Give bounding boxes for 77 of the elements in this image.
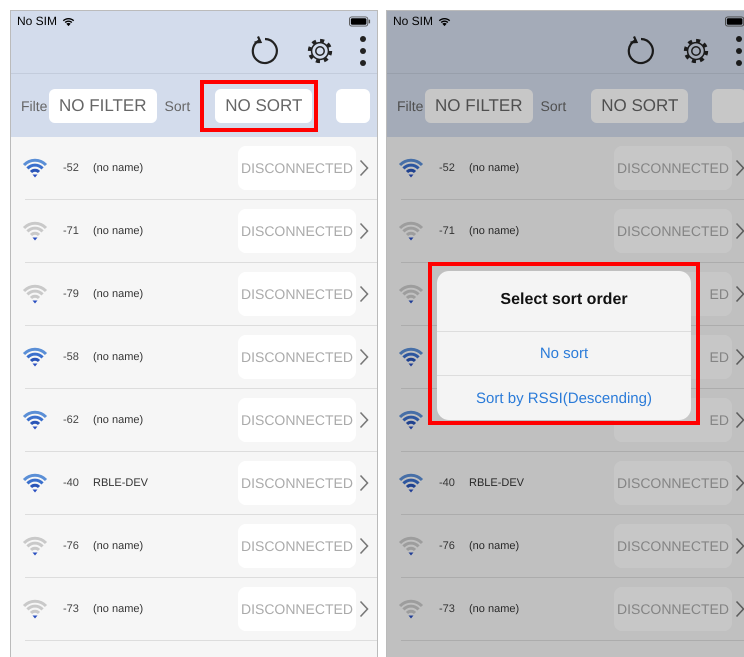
wifi-icon [61,16,76,26]
status-button[interactable]: DISCONNECTED [238,461,356,505]
status-button[interactable]: DISCONNECTED [238,398,356,442]
battery-icon [349,16,371,26]
chevron-icon[interactable] [735,474,744,492]
rssi-value: -52 [439,162,456,174]
dialog-option[interactable]: No sort [437,332,691,376]
dialog-title: Select sort order [437,271,691,332]
device-name: RBLE-DEV [469,477,524,489]
refresh-icon[interactable] [249,35,281,67]
chevron-icon[interactable] [735,285,744,303]
device-name: (no name) [469,225,520,237]
rssi-value: -71 [439,225,456,237]
refresh-icon[interactable] [625,35,657,67]
filter-button[interactable]: NO FILTER [49,88,157,122]
sort-button[interactable]: NO SORT [591,88,688,122]
chevron-icon[interactable] [735,348,744,366]
status-button[interactable]: DISCONNECTED [238,146,356,190]
battery-icon [725,16,744,26]
chevron-icon[interactable] [735,600,744,618]
device-name: (no name) [93,603,144,615]
status-button[interactable]: DISCONNECTED [614,209,732,253]
rssi-value: -40 [439,477,456,489]
rssi-value: -71 [63,225,80,237]
rssi-value: -73 [439,603,456,615]
status-button[interactable]: DISCONNECTED [238,209,356,253]
device-name: (no name) [469,540,520,552]
sort-label: Sort [164,98,190,114]
rssi-value: -52 [63,162,80,174]
carrier-label: No SIM [393,14,434,28]
more-icon[interactable] [735,35,743,67]
filter-label: Filte [21,98,48,114]
wifi-icon [437,16,452,26]
device-name: (no name) [93,540,144,552]
chevron-icon[interactable] [359,285,369,303]
status-button[interactable]: DISCONNECTED [614,524,732,568]
rssi-value: -73 [63,603,80,615]
chevron-icon[interactable] [735,222,744,240]
device-name: (no name) [93,414,144,426]
filter-label: Filte [397,98,424,114]
device-name: (no name) [93,162,144,174]
chevron-icon[interactable] [735,537,744,555]
device-name: (no name) [93,351,144,363]
chevron-icon[interactable] [359,474,369,492]
rssi-value: -76 [63,540,80,552]
device-name: (no name) [469,603,520,615]
chevron-icon[interactable] [735,411,744,429]
device-name: (no name) [93,288,144,300]
device-name: (no name) [469,162,520,174]
settings-icon[interactable] [681,36,711,66]
more-icon[interactable] [359,35,367,67]
rssi-value: -58 [63,351,80,363]
status-button[interactable]: DISCONNECTED [238,272,356,316]
chevron-icon[interactable] [359,537,369,555]
rssi-value: -79 [63,288,80,300]
chevron-icon[interactable] [359,222,369,240]
chevron-icon[interactable] [359,348,369,366]
status-button[interactable]: DISCONNECTED [614,461,732,505]
status-button[interactable]: DISCONNECTED [614,146,732,190]
carrier-label: No SIM [17,14,58,28]
sort-label: Sort [540,98,566,114]
status-button[interactable]: DISCONNECTED [238,524,356,568]
rssi-value: -62 [63,414,80,426]
chevron-icon[interactable] [359,600,369,618]
rssi-value: -76 [439,540,456,552]
status-button[interactable]: DISCONNECTED [614,587,732,631]
sort-button[interactable]: NO SORT [215,88,312,122]
chevron-icon[interactable] [359,159,369,177]
status-button[interactable]: DISCONNECTED [238,335,356,379]
rssi-value: -40 [63,477,80,489]
chevron-icon[interactable] [359,411,369,429]
status-button[interactable]: DISCONNECTED [238,587,356,631]
device-name: (no name) [93,225,144,237]
filter-button[interactable]: NO FILTER [425,88,533,122]
device-name: RBLE-DEV [93,477,148,489]
chevron-icon[interactable] [735,159,744,177]
settings-icon[interactable] [305,36,335,66]
